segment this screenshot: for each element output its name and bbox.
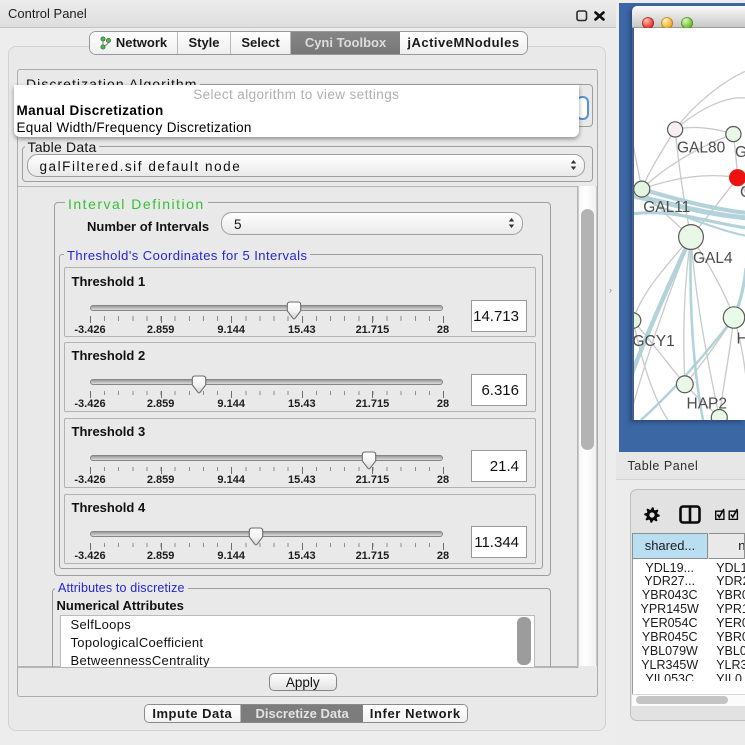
svg-text:GAL7: GAL7 <box>735 144 745 161</box>
svg-text:GAL80: GAL80 <box>677 140 726 157</box>
svg-text:GAL11: GAL11 <box>643 199 690 216</box>
svg-text:GAL4: GAL4 <box>693 250 733 267</box>
svg-text:GCY1: GCY1 <box>633 333 675 350</box>
svg-text:HAP2: HAP2 <box>686 396 727 413</box>
svg-text:CDC: CDC <box>740 184 745 201</box>
svg-text:HAP: HAP <box>736 330 745 347</box>
